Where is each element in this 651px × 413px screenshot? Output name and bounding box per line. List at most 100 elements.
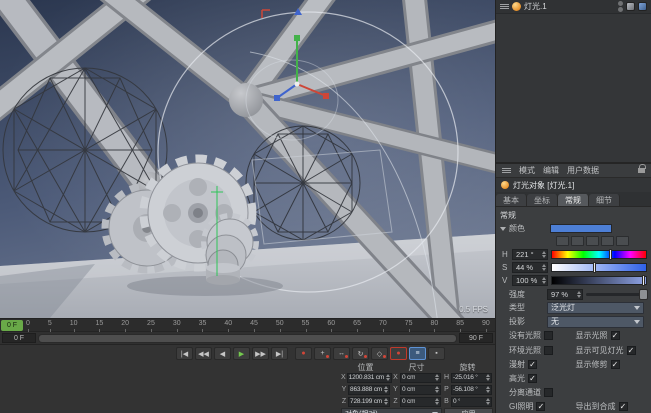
intensity-field[interactable]: 97 % [547, 289, 583, 300]
expander-icon[interactable] [500, 227, 506, 231]
play-button[interactable]: ▶ [233, 347, 250, 360]
viewport-3d[interactable]: 0.5 FPS [0, 0, 495, 318]
prev-key-button[interactable]: ◀◀ [195, 347, 212, 360]
checkbox[interactable]: ✓ [611, 331, 620, 340]
timeline-ruler[interactable]: 0 5 10 15 20 25 30 35 40 45 50 55 60 65 … [0, 319, 495, 332]
checkbox[interactable] [544, 346, 553, 355]
spinner-arrows[interactable] [484, 374, 490, 381]
color-swatch[interactable] [550, 224, 612, 233]
checkbox[interactable]: ✓ [536, 402, 545, 411]
tab-coordinates[interactable]: 坐标 [527, 194, 558, 206]
goto-start-button[interactable]: |◀ [176, 347, 193, 360]
option-ambient-illumination[interactable]: 环境光照 [500, 345, 574, 356]
position-y-field[interactable]: 863.888 cm [348, 385, 390, 395]
checkbox[interactable] [544, 388, 553, 397]
prev-frame-button[interactable]: ◀ [214, 347, 231, 360]
timeline-scrollbar[interactable] [38, 334, 457, 343]
value-field[interactable]: 100 % [512, 275, 548, 286]
size-x-field[interactable]: 0 cm [400, 373, 441, 383]
hue-slider[interactable] [551, 250, 647, 259]
tab-general[interactable]: 常规 [558, 194, 589, 206]
rotation-p-field[interactable]: -56.108 ° [451, 385, 492, 395]
spinner-arrows[interactable] [382, 398, 388, 405]
record-rotation-button[interactable]: ↻ [352, 347, 369, 360]
value-row: V 100 % [500, 275, 647, 286]
option-export-to-compositing[interactable]: 导出到合成 ✓ [574, 401, 648, 412]
menu-user-data[interactable]: 用户数据 [567, 165, 599, 176]
rotation-header: 旋转 [443, 362, 492, 373]
color-picker-icon[interactable] [586, 236, 599, 246]
spinner-arrows[interactable] [433, 386, 439, 393]
rotation-h-field[interactable]: -25.016 ° [451, 373, 492, 383]
checkbox[interactable] [544, 331, 553, 340]
keyframe-selection-button[interactable]: ≡ [409, 347, 426, 360]
checkbox[interactable]: ✓ [528, 374, 537, 383]
current-frame-knob[interactable]: 0 F [1, 320, 23, 331]
position-x-field[interactable]: 1200.831 cm [347, 373, 392, 383]
size-y-field[interactable]: 0 cm [400, 385, 441, 395]
visibility-dots[interactable] [618, 1, 623, 12]
option-diffuse[interactable]: 漫射 ✓ [500, 359, 574, 370]
option-show-clipping[interactable]: 显示修剪 ✓ [574, 359, 648, 370]
apply-button[interactable]: 应用 [444, 408, 493, 413]
spinner-arrows[interactable] [433, 398, 439, 405]
option-specular[interactable]: 高光 ✓ [500, 373, 574, 384]
record-scale-button[interactable]: ↔ [333, 347, 350, 360]
next-key-button[interactable]: ▶▶ [252, 347, 269, 360]
goto-end-button[interactable]: ▶| [271, 347, 288, 360]
texture-tag-icon[interactable] [638, 2, 647, 11]
object-manager-menu-icon[interactable] [500, 4, 509, 9]
option-separate-pass[interactable]: 分离通道 [500, 387, 574, 398]
color-swatches-icon[interactable] [616, 236, 629, 246]
spinner-arrows[interactable] [484, 386, 490, 393]
saturation-slider[interactable] [551, 263, 647, 272]
option-no-illumination[interactable]: 没有光照 [500, 330, 574, 341]
saturation-field[interactable]: 44 % [512, 262, 548, 273]
size-z-field[interactable]: 0 cm [400, 397, 441, 407]
spinner-arrows[interactable] [382, 386, 388, 393]
option-show-visible-light[interactable]: 显示可见灯光 ✓ [574, 345, 648, 356]
record-position-button[interactable]: + [314, 347, 331, 360]
spinner-arrows[interactable] [484, 398, 490, 405]
color-spectrum-icon[interactable] [571, 236, 584, 246]
shadow-type-dropdown[interactable]: 无 [547, 316, 644, 328]
checkbox[interactable]: ✓ [627, 346, 636, 355]
spinner-arrows[interactable] [540, 264, 546, 271]
menu-mode[interactable]: 模式 [519, 165, 535, 176]
record-parameter-button[interactable]: ◇ [371, 347, 388, 360]
spinner-arrows[interactable] [433, 374, 439, 381]
object-row-light[interactable]: 灯光.1 [496, 0, 651, 14]
scrollbar-thumb[interactable] [39, 335, 456, 342]
spinner-arrows[interactable] [384, 374, 390, 381]
lock-icon[interactable] [638, 168, 645, 173]
spinner-arrows[interactable] [540, 251, 546, 258]
solo-button[interactable]: ▪ [428, 347, 445, 360]
rotation-b-field[interactable]: 0 ° [451, 397, 492, 407]
attribute-menu-icon[interactable] [502, 168, 511, 173]
checkbox[interactable]: ✓ [528, 360, 537, 369]
color-rgb-icon[interactable] [601, 236, 614, 246]
position-z-field[interactable]: 728.199 cm [348, 397, 390, 407]
menu-edit[interactable]: 编辑 [543, 165, 559, 176]
option-show-illumination[interactable]: 显示光照 ✓ [574, 330, 648, 341]
option-gi-illumination[interactable]: GI照明 ✓ [500, 401, 574, 412]
object-name[interactable]: 灯光.1 [524, 1, 547, 12]
autokey-button[interactable]: ● [390, 347, 407, 360]
color-wheel-icon[interactable] [556, 236, 569, 246]
spinner-arrows[interactable] [540, 277, 546, 284]
compositing-tag-icon[interactable] [626, 2, 635, 11]
spinner-arrows[interactable] [575, 291, 581, 298]
tab-details[interactable]: 细节 [589, 194, 620, 206]
light-type-dropdown[interactable]: 泛光灯 [547, 302, 644, 314]
tab-basic[interactable]: 基本 [496, 194, 527, 206]
checkbox[interactable]: ✓ [619, 402, 628, 411]
range-start-field[interactable]: 0 F [2, 333, 36, 343]
range-end-field[interactable]: 90 F [459, 333, 493, 343]
checkbox[interactable]: ✓ [611, 360, 620, 369]
viewport-canvas[interactable] [0, 0, 495, 318]
hue-field[interactable]: 221 ° [512, 249, 548, 260]
value-slider[interactable] [551, 276, 647, 285]
record-button[interactable]: ● [295, 347, 312, 360]
coord-mode-dropdown[interactable]: 对象(相对) [341, 408, 442, 413]
intensity-slider[interactable] [586, 293, 644, 296]
